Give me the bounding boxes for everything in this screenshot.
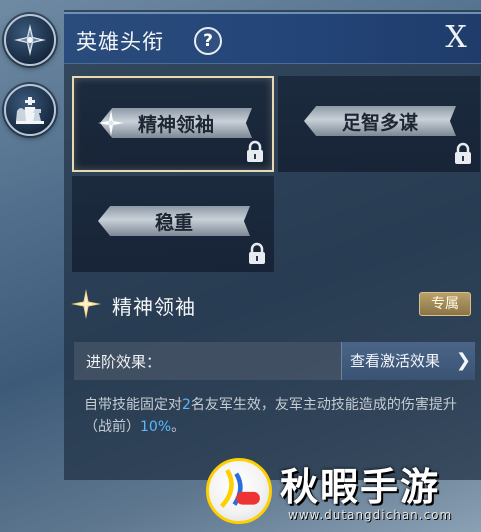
compass-emblem-icon: [14, 24, 46, 56]
rail-button-chess[interactable]: [4, 84, 56, 136]
chevron-right-icon: ❯: [455, 350, 471, 371]
title-card-steady[interactable]: 稳重: [72, 176, 274, 272]
title-card-resourceful[interactable]: 足智多谋: [278, 76, 480, 172]
title-label: 稳重: [154, 212, 193, 234]
star-icon: [98, 110, 124, 136]
advanced-effect-label: 进阶效果：: [86, 353, 162, 371]
view-activation-effect-label: 查看激活效果: [350, 352, 441, 370]
title-label: 足智多谋: [341, 112, 418, 134]
desc-highlight-count: 2: [182, 397, 191, 413]
title-plate: 稳重: [98, 206, 250, 236]
watermark-logo: [206, 458, 272, 524]
gold-star-icon: [71, 289, 101, 319]
view-activation-effect-button[interactable]: 查看激活效果 ❯: [341, 342, 475, 380]
site-watermark: 秋暇手游 www.dutangdichan.com: [200, 452, 481, 532]
watermark-url: www.dutangdichan.com: [288, 508, 453, 522]
desc-text: 自带技能固定对: [84, 397, 182, 413]
selected-title-name: 精神领袖: [112, 295, 196, 319]
controller-logo-icon: [219, 468, 260, 508]
left-rail: [0, 0, 62, 532]
lock-icon: [455, 142, 471, 164]
chess-pieces-icon: [16, 97, 44, 124]
rail-button-emblem[interactable]: [4, 14, 56, 66]
watermark-title: 秋暇手游: [280, 465, 441, 509]
title-detail-header: 精神领袖 专属: [64, 282, 481, 326]
exclusive-badge: 专属: [419, 292, 471, 316]
panel-header: 英雄头衔 ? X: [64, 12, 481, 64]
title-card-spiritual-leader[interactable]: 精神领袖: [72, 76, 274, 172]
close-button[interactable]: X: [439, 20, 473, 58]
title-plate: 足智多谋: [304, 106, 456, 136]
lock-icon: [249, 242, 265, 264]
desc-text: 。: [171, 419, 186, 435]
help-button[interactable]: ?: [194, 27, 222, 55]
desc-highlight-percent: 10%: [140, 419, 172, 435]
advanced-effect-row: 进阶效果： 查看激活效果 ❯: [74, 342, 475, 380]
page-title: 英雄头衔: [76, 30, 164, 54]
effect-description: 自带技能固定对2名友军生效，友军主动技能造成的伤害提升（战前）10%。: [84, 394, 474, 438]
lock-icon: [247, 140, 263, 162]
